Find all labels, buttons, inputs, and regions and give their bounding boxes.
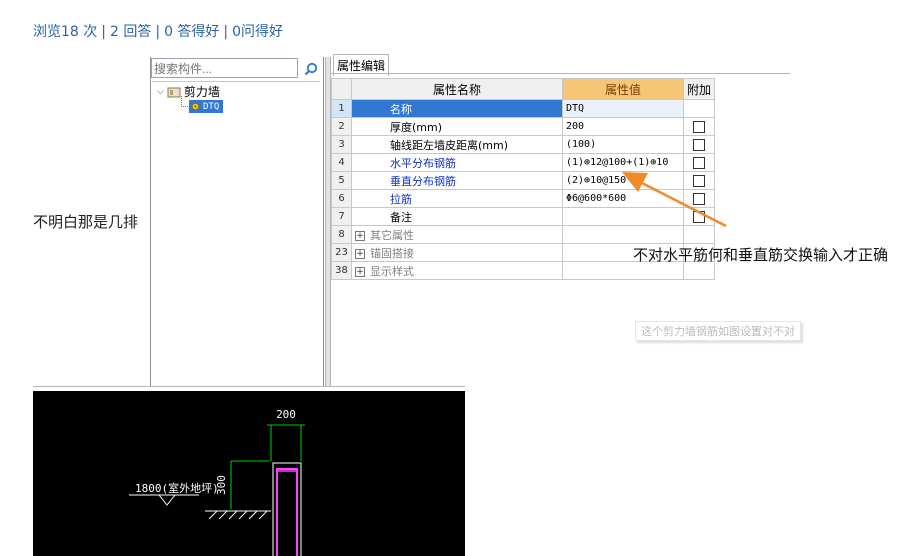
property-name: 厚度(mm) [390, 120, 443, 134]
tooltip: 这个剪力墙钢筋如图设置对不对 [635, 321, 801, 341]
rebar-outline [276, 468, 298, 556]
property-name-cell[interactable]: 拉筋 [351, 189, 563, 208]
property-name-cell[interactable]: + 锚固搭接 [351, 243, 563, 262]
property-value-cell[interactable]: (2)⊕10@150 [562, 171, 684, 190]
search-button[interactable] [300, 58, 322, 80]
extra-cell[interactable] [682, 207, 716, 226]
property-name: 其它属性 [370, 228, 414, 242]
property-value-cell[interactable]: DTQ [562, 99, 684, 118]
property-row[interactable]: 7 备注 [331, 207, 716, 226]
left-annotation: 不明白那是几排 [33, 213, 139, 231]
tree-header-divider [152, 81, 320, 82]
collapse-icon[interactable]: ⌵ [157, 87, 164, 97]
views-count: 浏览18 次 [33, 24, 98, 40]
property-row[interactable]: 8 + 其它属性 [331, 225, 716, 244]
wall-folder-icon [167, 87, 181, 97]
header-extra[interactable]: 附加 [682, 78, 716, 100]
row-number: 8 [331, 225, 352, 244]
expand-icon[interactable]: + [355, 230, 365, 241]
stats-separator: | [101, 24, 106, 40]
row-number-header [331, 78, 352, 100]
row-number: 6 [331, 189, 352, 208]
row-number: 1 [331, 99, 352, 118]
property-row[interactable]: 6 拉筋 Φ6@600*600 [331, 189, 716, 208]
stats-separator: | [223, 24, 229, 40]
extra-checkbox[interactable] [693, 121, 705, 133]
header-property-name[interactable]: 属性名称 [351, 78, 563, 100]
extra-checkbox[interactable] [693, 193, 705, 205]
extra-cell [682, 225, 716, 244]
property-value-cell[interactable] [562, 207, 684, 226]
property-name: 备注 [390, 210, 412, 224]
extra-cell[interactable] [682, 189, 716, 208]
extra-cell [682, 99, 716, 118]
row-number: 4 [331, 153, 352, 172]
tree-child-label: DTQ [203, 101, 220, 112]
property-value-cell[interactable]: (1)⊕12@100+(1)⊕10 [562, 153, 684, 172]
property-name-cell[interactable]: 厚度(mm) [351, 117, 563, 136]
extra-checkbox[interactable] [693, 157, 705, 169]
property-name: 水平分布钢筋 [390, 156, 456, 170]
property-name: 名称 [390, 102, 412, 116]
property-name: 显示样式 [370, 264, 414, 278]
row-number: 5 [331, 171, 352, 190]
right-annotation: 不对水平筋何和垂直筋交换输入才正确 [633, 246, 889, 264]
property-value-cell[interactable] [562, 225, 684, 244]
extra-checkbox[interactable] [693, 175, 705, 187]
property-name: 轴线距左墙皮距离(mm) [390, 138, 509, 152]
property-name-cell[interactable]: + 显示样式 [351, 261, 563, 280]
property-row[interactable]: 1 名称 DTQ [331, 99, 716, 118]
row-number: 2 [331, 117, 352, 136]
extra-checkbox[interactable] [693, 139, 705, 151]
good-questions-link[interactable]: 0问得好 [232, 24, 283, 40]
good-answers-link[interactable]: 0 答得好 [164, 24, 219, 40]
property-name-cell[interactable]: 水平分布钢筋 [351, 153, 563, 172]
property-name-cell[interactable]: 垂直分布钢筋 [351, 171, 563, 190]
row-number: 23 [331, 243, 352, 262]
property-name-cell[interactable]: 名称 [351, 99, 563, 118]
cad-canvas: 200 300 1800(室外地坪) [129, 408, 305, 556]
question-stats: 浏览18 次 | 2 回答 | 0 答得好 | 0问得好 [33, 21, 283, 41]
property-value-cell[interactable]: 200 [562, 117, 684, 136]
property-row[interactable]: 3 轴线距左墙皮距离(mm) (100) [331, 135, 716, 154]
tree-node-dtq[interactable]: DTQ [189, 100, 224, 113]
tab-divider [330, 73, 790, 74]
property-name: 锚固搭接 [370, 246, 414, 260]
answers-link[interactable]: 2 回答 [110, 24, 151, 40]
extra-cell[interactable] [682, 135, 716, 154]
dim-width-label: 200 [276, 408, 296, 421]
extra-cell[interactable] [682, 153, 716, 172]
search-icon [304, 62, 318, 76]
component-tree-panel [150, 57, 324, 387]
cad-drawing: 200 300 1800(室外地坪) [33, 391, 465, 556]
property-value-cell[interactable]: (100) [562, 135, 684, 154]
property-row[interactable]: 5 垂直分布钢筋 (2)⊕10@150 [331, 171, 716, 190]
property-name: 垂直分布钢筋 [390, 174, 456, 188]
row-number: 3 [331, 135, 352, 154]
property-value-cell[interactable]: Φ6@600*600 [562, 189, 684, 208]
search-input[interactable] [151, 58, 298, 78]
gear-icon [191, 102, 200, 111]
ground-hatch [208, 510, 268, 520]
expand-icon[interactable]: + [355, 266, 365, 277]
property-name: 拉筋 [390, 192, 412, 206]
grid-header-row: 属性名称 属性值 附加 [331, 78, 716, 100]
property-name-cell[interactable]: 轴线距左墙皮距离(mm) [351, 135, 563, 154]
extra-checkbox[interactable] [693, 211, 705, 223]
expand-icon[interactable]: + [355, 248, 365, 259]
property-row[interactable]: 2 厚度(mm) 200 [331, 117, 716, 136]
property-row[interactable]: 4 水平分布钢筋 (1)⊕12@100+(1)⊕10 [331, 153, 716, 172]
stats-separator: | [155, 24, 161, 40]
header-property-value[interactable]: 属性值 [562, 78, 684, 100]
property-name-cell[interactable]: + 其它属性 [351, 225, 563, 244]
row-number: 38 [331, 261, 352, 280]
level-label: 1800(室外地坪) [135, 481, 219, 495]
extra-cell[interactable] [682, 117, 716, 136]
row-number: 7 [331, 207, 352, 226]
extra-cell[interactable] [682, 171, 716, 190]
property-name-cell[interactable]: 备注 [351, 207, 563, 226]
level-marker [158, 494, 176, 506]
